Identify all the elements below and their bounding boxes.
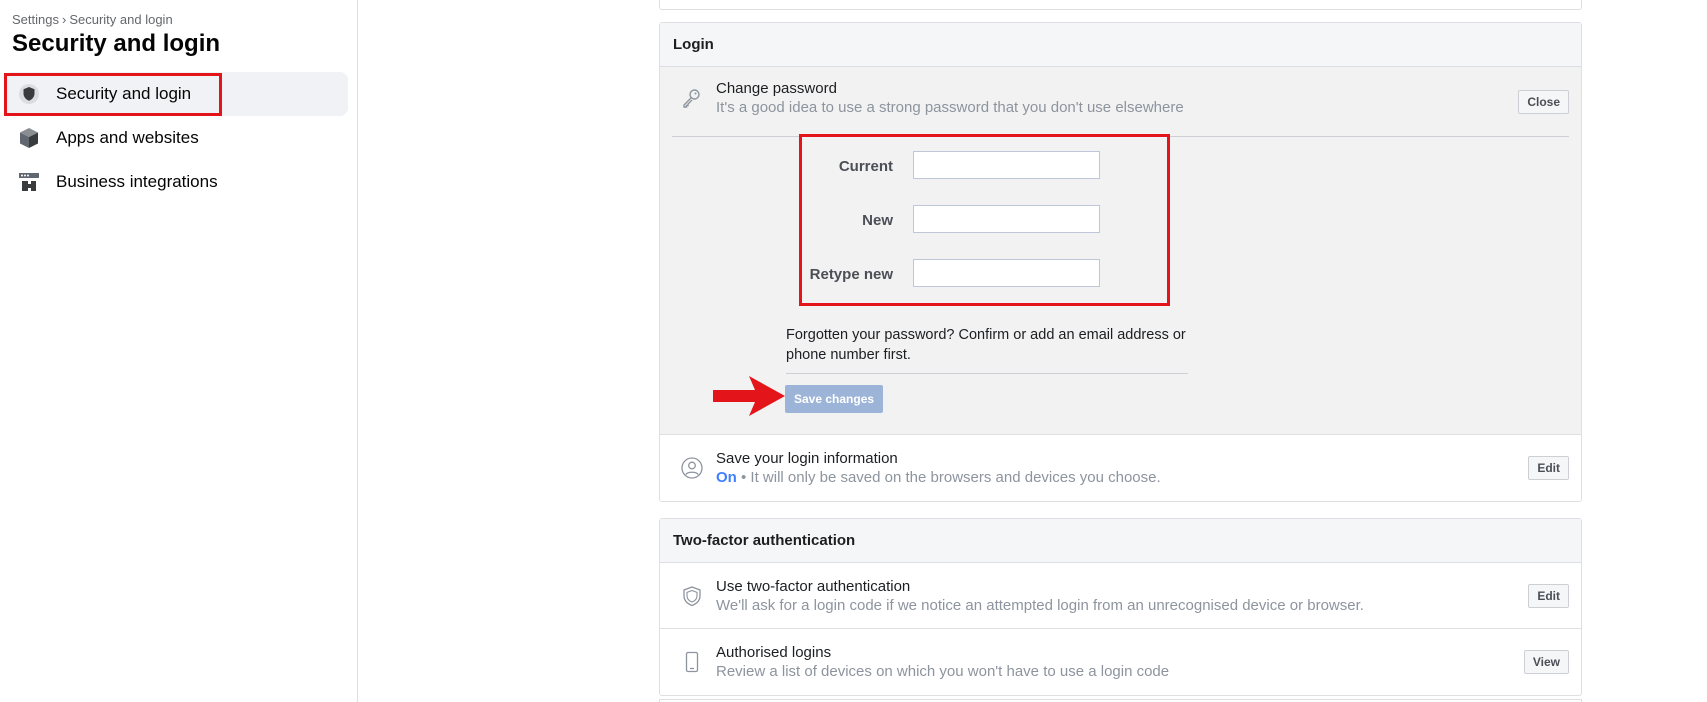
change-password-expanded: Change password It's a good idea to use … — [660, 67, 1581, 435]
two-factor-title: Use two-factor authentication — [716, 577, 911, 595]
use-two-factor-row: Use two-factor authentication We'll ask … — [660, 563, 1581, 629]
sidebar-item-label: Security and login — [56, 84, 192, 103]
two-factor-section: Two-factor authentication Use two-factor… — [659, 518, 1582, 696]
save-login-info-description: On • It will only be saved on the browse… — [716, 469, 1161, 486]
status-on-label: On — [716, 469, 737, 486]
business-integrations-icon — [16, 169, 42, 195]
two-factor-section-header: Two-factor authentication — [660, 519, 1581, 563]
red-arrow-annotation — [713, 376, 785, 416]
sidebar-nav: Security and login Apps and websites Bus… — [4, 72, 348, 204]
authorised-logins-title: Authorised logins — [716, 644, 832, 661]
key-icon — [680, 87, 702, 114]
change-password-header: Change password It's a good idea to use … — [660, 67, 1581, 136]
two-factor-subtitle: We'll ask for a login code if we notice … — [716, 596, 1364, 614]
shield-icon — [16, 81, 42, 107]
edit-button[interactable]: Edit — [1528, 583, 1569, 608]
sidebar-item-business-integrations[interactable]: Business integrations — [4, 160, 348, 204]
authorised-logins-subtitle: Review a list of devices on which you wo… — [716, 663, 1170, 680]
breadcrumb: Settings › Security and login — [12, 12, 173, 27]
save-login-info-title: Save your login information — [716, 450, 898, 467]
phone-icon — [680, 650, 704, 674]
divider — [672, 136, 1569, 137]
previous-section-edge — [659, 0, 1582, 10]
save-login-info-row: Save your login information On • It will… — [660, 435, 1581, 501]
settings-sidebar: Settings › Security and login Security and… — [0, 0, 358, 702]
breadcrumb-settings-link[interactable]: Settings — [12, 12, 59, 27]
login-section: Login Change password It's a good idea t… — [659, 22, 1582, 502]
save-changes-button[interactable]: Save changes — [785, 385, 884, 413]
breadcrumb-current: Security and login — [69, 12, 173, 27]
retype-password-input[interactable] — [913, 259, 1100, 287]
sidebar-item-label: Apps and websites — [56, 128, 199, 147]
current-password-input[interactable] — [913, 151, 1100, 179]
shield-outline-icon — [680, 584, 704, 608]
breadcrumb-separator: › — [61, 12, 67, 27]
retype-password-label: Retype new — [809, 266, 893, 283]
sidebar-item-security-and-login[interactable]: Security and login — [4, 72, 348, 116]
sidebar-item-label: Business integrations — [56, 172, 218, 191]
cube-icon — [16, 125, 42, 151]
authorised-logins-row: Authorised logins Review a list of devic… — [660, 629, 1581, 695]
save-login-info-desc-text: • It will only be saved on the browsers … — [736, 469, 1161, 486]
change-password-title: Change password — [716, 80, 837, 97]
new-password-label: New — [862, 212, 893, 229]
forgot-password-text: Forgotten your password? Confirm or add … — [786, 327, 1186, 363]
user-circle-icon — [680, 456, 704, 480]
divider — [786, 373, 1188, 374]
close-button[interactable]: Close — [1518, 90, 1569, 114]
sidebar-item-apps-and-websites[interactable]: Apps and websites — [4, 116, 348, 160]
change-password-subtitle: It's a good idea to use a strong passwor… — [716, 99, 1184, 116]
view-button[interactable]: View — [1523, 650, 1569, 674]
new-password-input[interactable] — [913, 205, 1100, 233]
edit-button[interactable]: Edit — [1528, 456, 1569, 480]
page-title: Security and login — [12, 30, 221, 57]
login-section-header: Login — [660, 23, 1581, 67]
current-password-label: Current — [838, 158, 893, 175]
